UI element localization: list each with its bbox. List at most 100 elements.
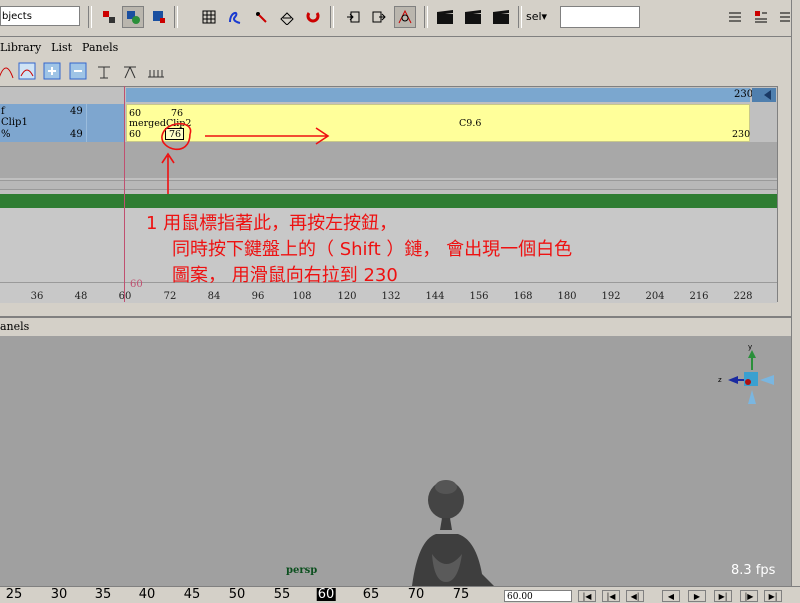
character-set-track[interactable] bbox=[0, 194, 777, 208]
annotation-line-1: 1 用鼠標指著此，再按左按鈕， bbox=[146, 213, 398, 234]
toolbar-separator bbox=[518, 6, 522, 28]
input-ops-icon[interactable] bbox=[342, 6, 364, 28]
ruler-label: 120 bbox=[337, 291, 357, 302]
time-slider-current: 60 bbox=[316, 587, 336, 602]
svg-text:y: y bbox=[748, 343, 752, 351]
current-time-label: 60 bbox=[130, 279, 143, 290]
time-slider-label: 70 bbox=[407, 587, 425, 602]
ruler-label: 168 bbox=[513, 291, 533, 302]
annotation-arrows bbox=[161, 122, 330, 194]
time-slider-label: 30 bbox=[50, 587, 68, 602]
ruler-label: 96 bbox=[251, 291, 265, 302]
select-by-component-icon[interactable] bbox=[148, 6, 170, 28]
ruler-label: 48 bbox=[74, 291, 88, 302]
snap-grid-icon[interactable] bbox=[198, 6, 220, 28]
ruler-label: 60 bbox=[118, 291, 132, 302]
track-weight-label: % bbox=[1, 129, 11, 140]
trax-blend-icon[interactable] bbox=[120, 62, 140, 82]
empty-track bbox=[0, 142, 777, 178]
menu-panels-viewport[interactable]: anels bbox=[0, 320, 29, 333]
select-by-object-icon[interactable] bbox=[122, 6, 144, 28]
toolbar-separator bbox=[88, 6, 92, 28]
time-slider-label: 40 bbox=[138, 587, 156, 602]
current-time-field[interactable]: 60.00 bbox=[504, 590, 572, 602]
track-weight-value: 49 bbox=[70, 129, 83, 140]
tool-settings-icon[interactable] bbox=[750, 6, 772, 28]
play-backward-icon[interactable]: ◀ bbox=[662, 590, 680, 602]
snap-point-icon[interactable] bbox=[250, 6, 272, 28]
toolbar-separator bbox=[424, 6, 428, 28]
step-back-icon[interactable]: |◀ bbox=[602, 590, 620, 602]
track-header-value: 49 bbox=[70, 106, 83, 117]
input-line-field[interactable] bbox=[560, 6, 640, 28]
clip-center-label: C9.6 bbox=[459, 118, 482, 129]
ruler-label: 192 bbox=[601, 291, 621, 302]
construction-history-icon[interactable] bbox=[394, 6, 416, 28]
perspective-viewport[interactable] bbox=[0, 336, 791, 586]
ruler-label: 156 bbox=[469, 291, 489, 302]
menu-panels[interactable]: Panels bbox=[82, 41, 118, 54]
trax-split-icon[interactable] bbox=[94, 62, 114, 82]
snap-magnet-icon[interactable] bbox=[302, 6, 324, 28]
summary-end-frame: 230 bbox=[734, 89, 754, 100]
attribute-editor-icon[interactable] bbox=[724, 6, 746, 28]
select-by-hierarchy-icon[interactable] bbox=[98, 6, 120, 28]
ruler-label: 36 bbox=[30, 291, 44, 302]
ipr-render-icon[interactable] bbox=[462, 6, 484, 28]
trax-load-selected-icon[interactable] bbox=[42, 62, 62, 82]
trax-vertical-scrollbar[interactable] bbox=[777, 86, 792, 302]
ruler-label: 144 bbox=[425, 291, 445, 302]
camera-label: persp bbox=[286, 565, 318, 576]
circle-highlight-icon bbox=[161, 122, 192, 151]
menu-library[interactable]: Library bbox=[0, 41, 41, 54]
time-slider-label: 75 bbox=[452, 587, 470, 602]
tutorial-annotation: 1 用鼠標指著此，再按左按鈕， 同時按下鍵盤上的（ Shift ）鏈， 會出現一個… bbox=[146, 211, 572, 289]
track-header-controls[interactable] bbox=[86, 104, 125, 142]
step-forward-key-icon[interactable]: ▶| bbox=[714, 590, 732, 602]
time-slider-label: 45 bbox=[183, 587, 201, 602]
output-ops-icon[interactable] bbox=[368, 6, 390, 28]
ruler-label: 72 bbox=[163, 291, 177, 302]
ruler-label: 204 bbox=[645, 291, 665, 302]
input-line-mode-dropdown[interactable]: sel▾ bbox=[526, 8, 547, 26]
ruler-label: 132 bbox=[381, 291, 401, 302]
toolbar-separator bbox=[174, 6, 178, 28]
ruler-label: 108 bbox=[292, 291, 312, 302]
right-arrow-icon bbox=[205, 127, 330, 145]
go-to-start-icon[interactable]: |◀ bbox=[578, 590, 596, 602]
time-slider-label: 55 bbox=[273, 587, 291, 602]
summary-track-bar[interactable] bbox=[126, 88, 750, 102]
svg-text:z: z bbox=[718, 376, 722, 384]
selection-mode-dropdown[interactable]: bjects bbox=[0, 6, 80, 26]
time-slider[interactable]: 25 30 35 40 45 50 55 60 65 70 75 bbox=[0, 586, 800, 601]
step-forward-icon[interactable]: |▶ bbox=[740, 590, 758, 602]
snap-plane-icon[interactable] bbox=[276, 6, 298, 28]
trax-menu-bar: Library List Panels bbox=[0, 38, 800, 58]
track-divider bbox=[0, 180, 777, 190]
viewport-menu-bar: anels bbox=[0, 316, 791, 336]
ruler-label: 180 bbox=[557, 291, 577, 302]
render-icon[interactable] bbox=[434, 6, 456, 28]
trax-time-marker-icon[interactable] bbox=[146, 62, 166, 82]
render-settings-icon[interactable] bbox=[490, 6, 512, 28]
view-cube-icon[interactable]: y z bbox=[716, 342, 776, 410]
character-model[interactable] bbox=[398, 478, 498, 586]
ruler-label: 228 bbox=[733, 291, 753, 302]
ruler-label: 216 bbox=[689, 291, 709, 302]
fps-display: 8.3 fps bbox=[731, 563, 776, 578]
step-back-key-icon[interactable]: ◀| bbox=[626, 590, 644, 602]
trax-graph-editor-icon[interactable] bbox=[17, 62, 37, 82]
trax-unload-selected-icon[interactable] bbox=[68, 62, 88, 82]
clip-start-frame-bottom: 60 bbox=[129, 129, 142, 140]
go-to-end-icon[interactable]: ▶| bbox=[764, 590, 782, 602]
snap-curve-icon[interactable] bbox=[224, 6, 246, 28]
current-time-line[interactable] bbox=[124, 86, 125, 302]
time-slider-label: 65 bbox=[362, 587, 380, 602]
play-forward-icon[interactable]: ▶ bbox=[688, 590, 706, 602]
annotation-line-2: 同時按下鍵盤上的（ Shift ）鏈， 會出現一個白色 bbox=[172, 239, 573, 260]
menu-list[interactable]: List bbox=[51, 41, 72, 54]
collapse-arrow-icon[interactable] bbox=[764, 90, 771, 100]
track-header[interactable]: f 49 Clip1 % 49 bbox=[0, 104, 86, 142]
time-slider-label: 50 bbox=[228, 587, 246, 602]
trax-create-clip-icon[interactable] bbox=[0, 62, 16, 82]
